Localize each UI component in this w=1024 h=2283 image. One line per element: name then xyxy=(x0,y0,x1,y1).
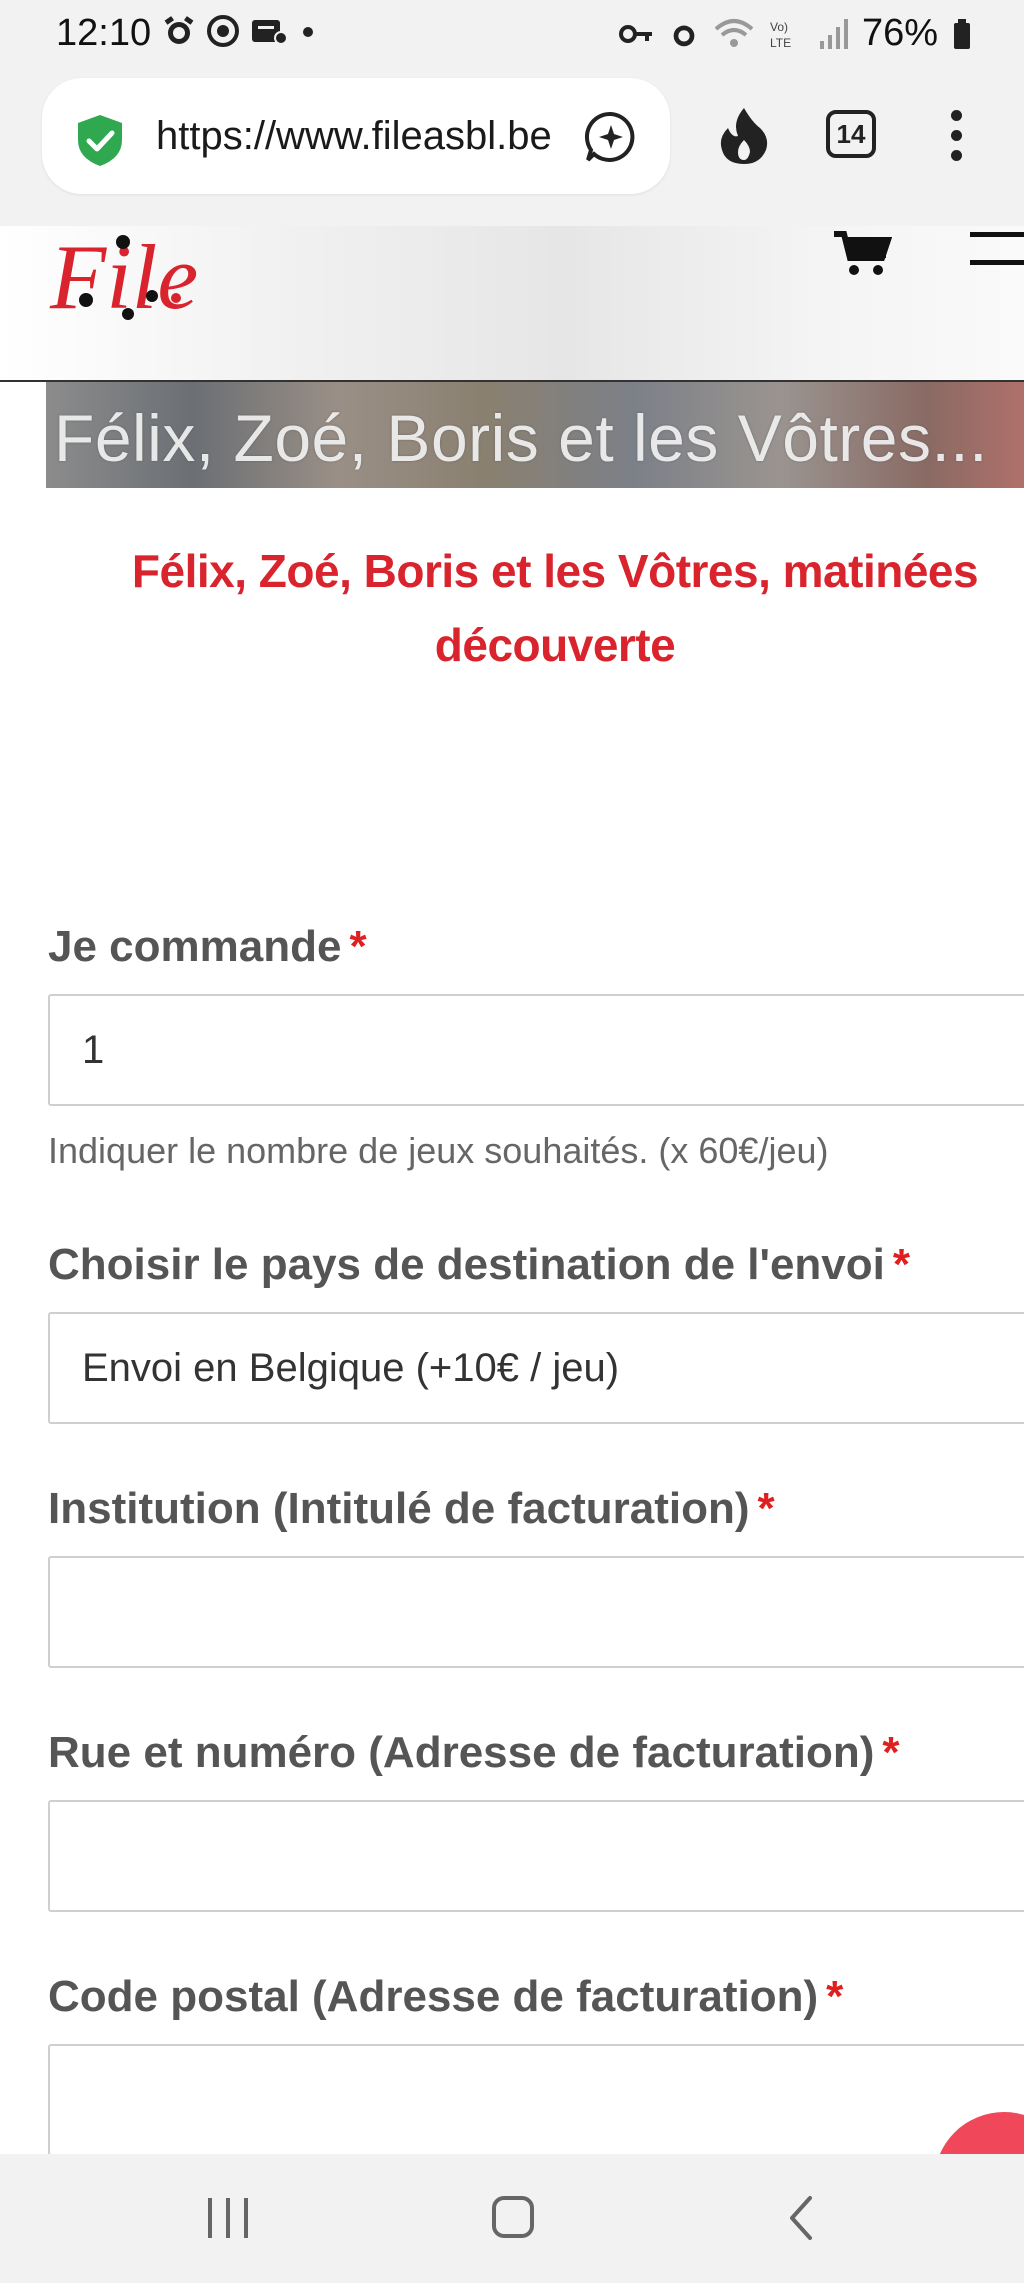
hero-banner: Félix, Zoé, Boris et les Vôtres... xyxy=(46,382,1024,488)
url-text[interactable]: https://www.fileasbl.be xyxy=(156,114,596,159)
signal-icon xyxy=(819,18,848,49)
svg-text:LTE: LTE xyxy=(770,36,791,50)
institution-input[interactable] xyxy=(48,1556,1024,1668)
status-time: 12:10 xyxy=(56,12,152,54)
quantity-input[interactable]: 1 xyxy=(48,994,1024,1106)
more-menu-icon[interactable] xyxy=(942,106,972,166)
assistant-icon[interactable] xyxy=(582,108,640,166)
institution-label: Institution (Intitulé de facturation) * xyxy=(48,1484,775,1534)
street-input[interactable] xyxy=(48,1800,1024,1912)
quantity-label: Je commande * xyxy=(48,922,367,972)
institution-label-text: Institution (Intitulé de facturation) xyxy=(48,1484,750,1533)
svg-text:Vo): Vo) xyxy=(770,20,788,34)
required-mark: * xyxy=(757,1484,775,1533)
country-label: Choisir le pays de destination de l'envo… xyxy=(48,1240,910,1290)
required-mark: * xyxy=(882,1728,900,1777)
cart-icon[interactable] xyxy=(832,230,892,276)
security-shield-icon[interactable] xyxy=(72,112,128,168)
postal-code-label-text: Code postal (Adresse de facturation) xyxy=(48,1972,819,2021)
postal-code-label: Code postal (Adresse de facturation) * xyxy=(48,1972,843,2022)
status-bar: 12:10 Vo) LTE 76% xyxy=(0,0,1024,66)
browser-toolbar: https://www.fileasbl.be 14 xyxy=(0,66,1024,226)
street-label: Rue et numéro (Adresse de facturation) * xyxy=(48,1728,900,1778)
vpn-key-icon xyxy=(618,24,652,43)
quantity-help-text: Indiquer le nombre de jeux souhaités. (x… xyxy=(48,1130,829,1171)
site-header: File xyxy=(0,226,1024,382)
alarm-icon xyxy=(164,16,194,44)
address-bar[interactable]: https://www.fileasbl.be xyxy=(42,78,670,194)
dot-icon xyxy=(303,27,313,37)
battery-percent: 76% xyxy=(861,12,938,54)
required-mark: * xyxy=(826,1972,844,2021)
alarm-icon xyxy=(673,25,695,46)
notification-icon xyxy=(252,20,288,45)
tab-switcher-button[interactable]: 14 xyxy=(826,110,876,158)
page-title: Félix, Zoé, Boris et les Vôtres, matinée… xyxy=(131,545,979,671)
banner-text: Félix, Zoé, Boris et les Vôtres... xyxy=(54,401,988,475)
status-left-icons xyxy=(162,14,318,48)
country-label-text: Choisir le pays de destination de l'envo… xyxy=(48,1240,885,1289)
menu-hamburger-icon[interactable] xyxy=(970,230,1024,280)
postal-code-input[interactable] xyxy=(48,2044,1024,2156)
site-logo[interactable]: File xyxy=(48,220,218,330)
home-icon[interactable] xyxy=(492,2196,534,2238)
required-mark: * xyxy=(349,922,367,971)
quantity-label-text: Je commande xyxy=(48,922,342,971)
country-select[interactable]: Envoi en Belgique (+10€ / jeu) xyxy=(48,1312,1024,1424)
system-nav-bar xyxy=(0,2154,1024,2283)
wifi-icon xyxy=(714,18,754,47)
recents-icon[interactable] xyxy=(206,2198,250,2238)
volte-icon: Vo) LTE xyxy=(770,20,791,50)
data-saver-icon xyxy=(207,15,239,47)
required-mark: * xyxy=(892,1240,911,1289)
flame-icon[interactable] xyxy=(718,106,770,166)
status-right-icons: Vo) LTE 76% xyxy=(618,12,972,55)
back-icon[interactable] xyxy=(786,2194,816,2242)
battery-icon xyxy=(954,18,970,49)
street-label-text: Rue et numéro (Adresse de facturation) xyxy=(48,1728,875,1777)
